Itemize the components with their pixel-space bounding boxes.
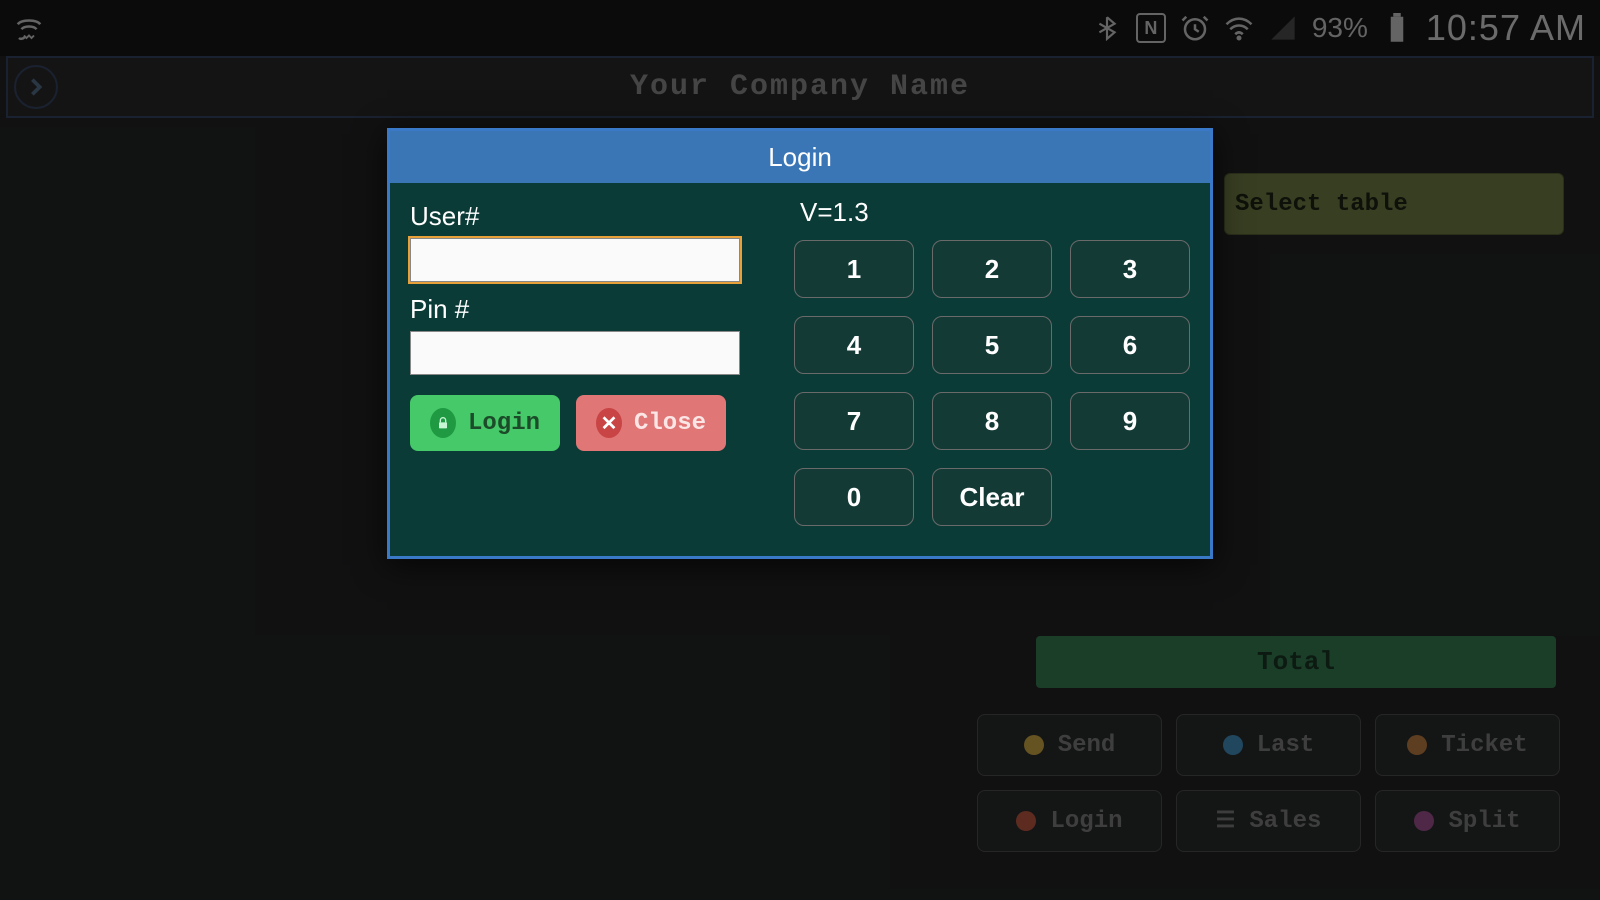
login-modal: Login User# Pin # Login ✕ Close V=1 — [387, 128, 1213, 559]
alarm-icon — [1180, 13, 1210, 43]
key-6[interactable]: 6 — [1070, 316, 1190, 374]
close-button[interactable]: ✕ Close — [576, 395, 726, 451]
battery-percent: 93% — [1312, 12, 1368, 44]
menu-icon: ☰ — [1216, 808, 1236, 834]
numeric-keypad: 1 2 3 4 5 6 7 8 9 0 Clear — [794, 240, 1190, 526]
total-label: Total — [1257, 647, 1335, 677]
key-1[interactable]: 1 — [794, 240, 914, 298]
sales-button[interactable]: ☰Sales — [1176, 790, 1361, 852]
last-button[interactable]: Last — [1176, 714, 1361, 776]
key-clear[interactable]: Clear — [932, 468, 1052, 526]
pin-input[interactable] — [410, 331, 740, 375]
status-bar: N 93% 10:57 AM — [0, 0, 1600, 56]
send-button[interactable]: Send — [977, 714, 1162, 776]
clock: 10:57 AM — [1426, 7, 1586, 49]
total-button[interactable]: Total — [1036, 636, 1556, 688]
login-button[interactable]: Login — [977, 790, 1162, 852]
function-button-grid: Send Last Ticket Login ☰Sales Split — [977, 714, 1560, 852]
key-5[interactable]: 5 — [932, 316, 1052, 374]
user-label: User# — [410, 201, 754, 232]
battery-icon — [1382, 13, 1412, 43]
key-4[interactable]: 4 — [794, 316, 914, 374]
select-table-label: Select table — [1235, 191, 1408, 218]
keypad-area: V=1.3 1 2 3 4 5 6 7 8 9 0 Clear — [794, 197, 1190, 526]
login-button-label: Login — [468, 410, 540, 437]
bluetooth-icon — [1092, 13, 1122, 43]
modal-title: Login — [390, 131, 1210, 183]
split-button[interactable]: Split — [1375, 790, 1560, 852]
key-7[interactable]: 7 — [794, 392, 914, 450]
close-button-label: Close — [634, 410, 706, 437]
ticket-button[interactable]: Ticket — [1375, 714, 1560, 776]
select-table-button[interactable]: Select table — [1224, 173, 1564, 235]
app-bar: Your Company Name — [6, 56, 1594, 118]
version-label: V=1.3 — [800, 197, 1190, 228]
wifi-calling-icon — [14, 13, 44, 43]
wifi-icon — [1224, 13, 1254, 43]
key-8[interactable]: 8 — [932, 392, 1052, 450]
login-form: User# Pin # Login ✕ Close — [410, 197, 754, 526]
user-input[interactable] — [410, 238, 740, 282]
login-submit-button[interactable]: Login — [410, 395, 560, 451]
key-2[interactable]: 2 — [932, 240, 1052, 298]
key-3[interactable]: 3 — [1070, 240, 1190, 298]
app-title: Your Company Name — [8, 70, 1592, 104]
lock-icon — [430, 408, 456, 438]
key-9[interactable]: 9 — [1070, 392, 1190, 450]
close-icon: ✕ — [596, 408, 622, 438]
signal-icon — [1268, 13, 1298, 43]
pin-label: Pin # — [410, 294, 754, 325]
nfc-icon: N — [1136, 13, 1166, 43]
key-0[interactable]: 0 — [794, 468, 914, 526]
